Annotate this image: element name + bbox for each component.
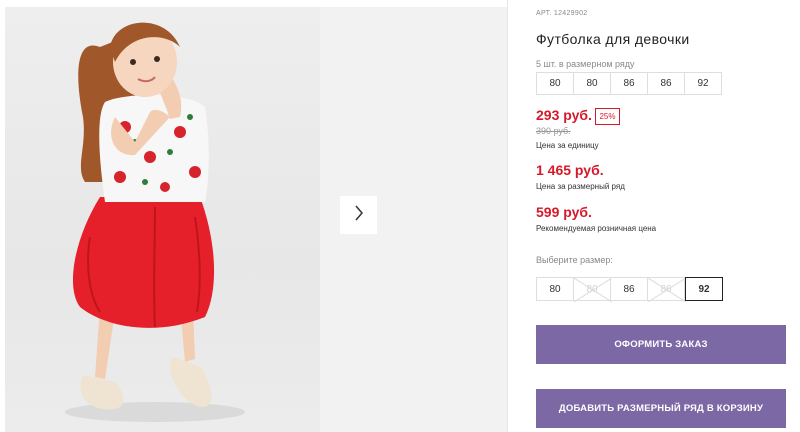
set-size-label: 5 шт. в размерном ряду	[536, 59, 635, 69]
set-size-cell: 92	[684, 72, 722, 95]
retail-price-caption: Рекомендуемая розничная цена	[536, 224, 657, 233]
size-option-label: 80	[549, 283, 561, 295]
product-title: Футболка для девочки	[536, 31, 690, 47]
product-gallery	[5, 7, 507, 432]
set-price-caption: Цена за размерный ряд	[536, 182, 625, 191]
size-option-92-selected[interactable]: 92	[685, 277, 723, 301]
retail-price: 599 руб.	[536, 204, 592, 220]
place-order-button[interactable]: ОФОРМИТЬ ЗАКАЗ	[536, 325, 786, 364]
size-picker-label: Выберите размер:	[536, 255, 613, 265]
size-option-86[interactable]: 86	[610, 277, 648, 301]
unit-price-caption: Цена за единицу	[536, 141, 599, 150]
size-option-80[interactable]: 80	[536, 277, 574, 301]
size-option-80-unavailable: 80	[573, 277, 612, 302]
size-option-86-unavailable: 86	[647, 277, 686, 302]
set-size-cell: 80	[573, 72, 611, 95]
chevron-right-icon	[354, 205, 364, 226]
set-size-cell: 86	[647, 72, 685, 95]
product-info-panel: АРТ. 12429902 Футболка для девочки 5 шт.…	[536, 0, 791, 432]
product-photo[interactable]	[5, 7, 320, 432]
set-price: 1 465 руб.	[536, 162, 604, 178]
cross-out-icon	[574, 278, 612, 302]
cross-out-icon	[648, 278, 686, 302]
size-picker: 80 80 86 86 92	[536, 277, 723, 302]
add-set-to-cart-button[interactable]: ДОБАВИТЬ РАЗМЕРНЫЙ РЯД В КОРЗИНУ	[536, 389, 786, 428]
set-size-cell: 80	[536, 72, 574, 95]
discount-badge: 25%	[595, 108, 620, 125]
article-number: АРТ. 12429902	[536, 10, 588, 17]
panel-divider	[507, 0, 508, 432]
girl-photo-illustration	[65, 22, 245, 422]
set-sizes-row: 80 80 86 86 92	[536, 72, 722, 95]
size-option-label: 86	[623, 283, 635, 295]
size-option-label: 92	[698, 283, 710, 295]
set-size-cell: 86	[610, 72, 648, 95]
old-price: 390 руб.	[536, 126, 571, 136]
unit-price: 293 руб.	[536, 107, 592, 123]
gallery-next-button[interactable]	[340, 196, 377, 234]
